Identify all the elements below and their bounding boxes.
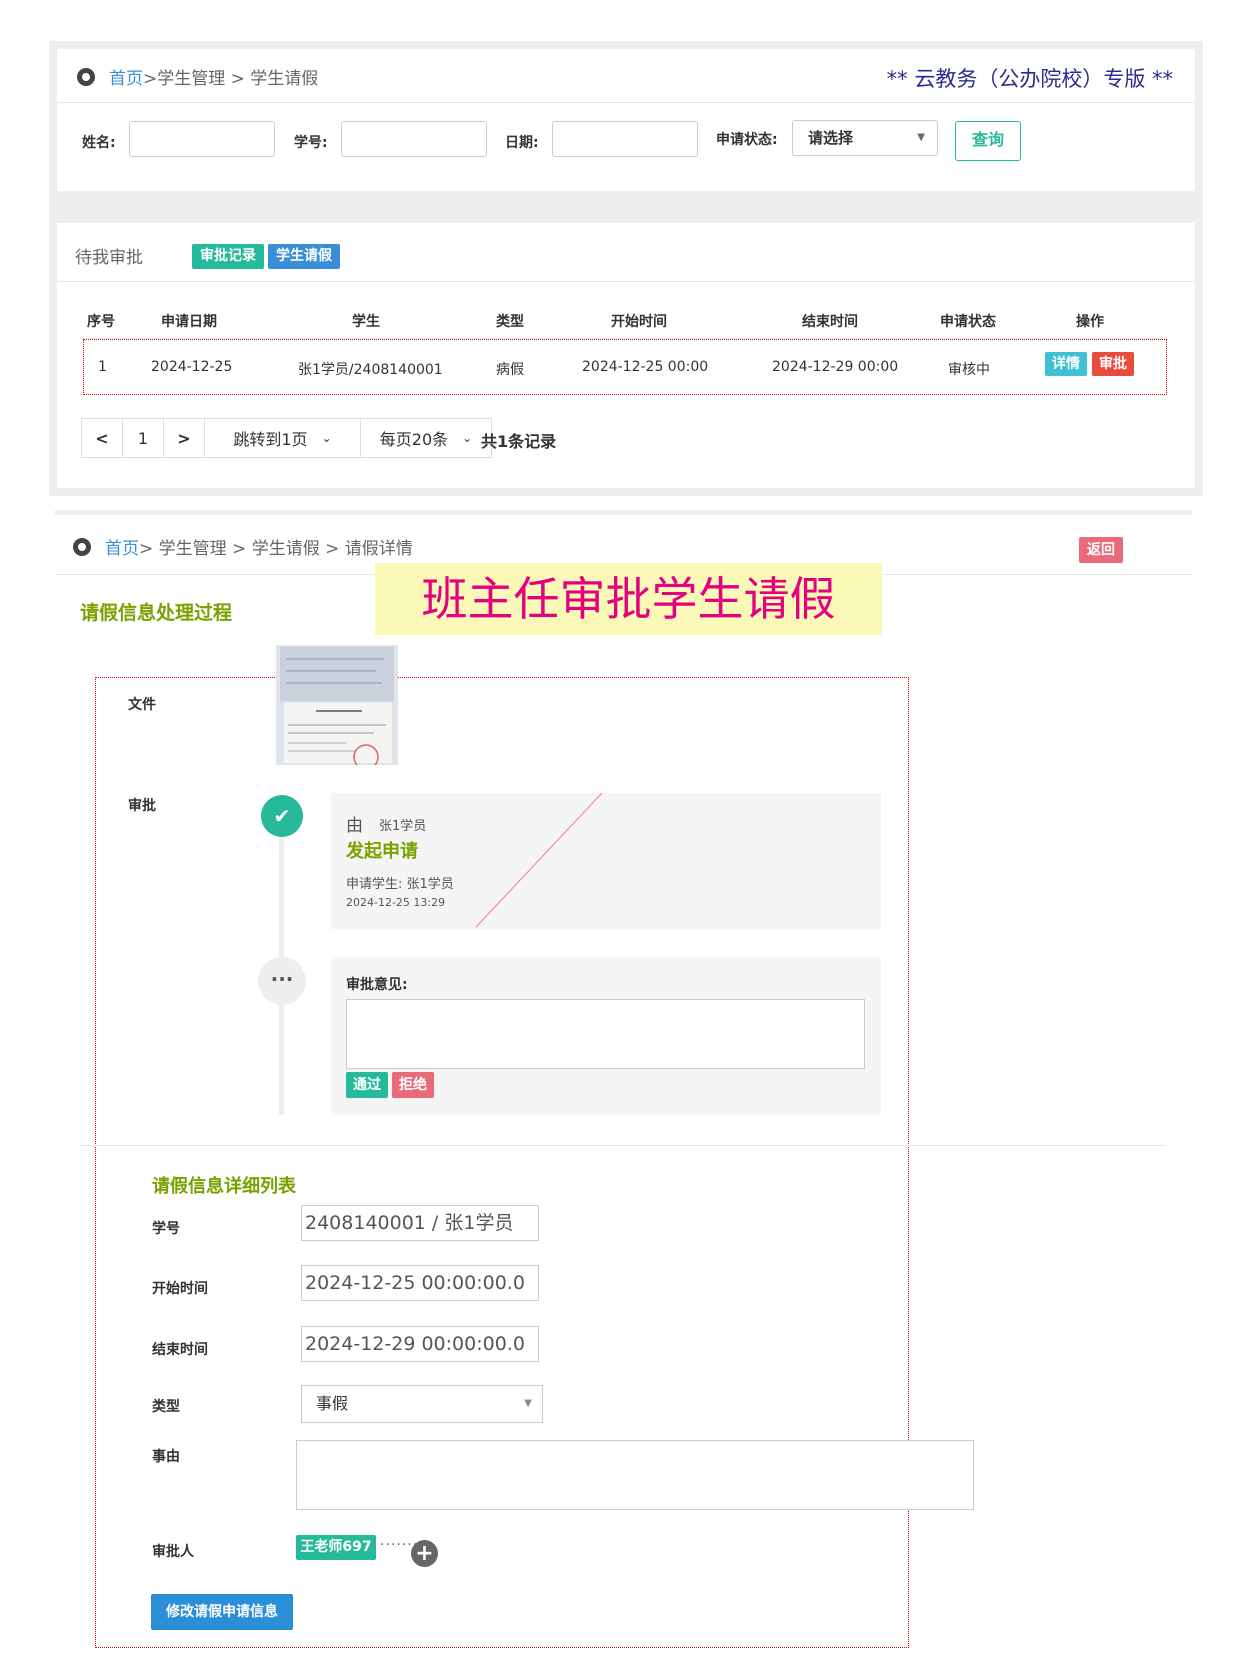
back-button[interactable]: 返回 — [1079, 537, 1123, 563]
per-page-text: 每页20条 — [379, 430, 449, 449]
breadcrumb-path: > 学生管理 > 学生请假 > 请假详情 — [139, 539, 413, 559]
start-time-field[interactable]: 2024-12-25 00:00:00.0 — [301, 1265, 539, 1301]
col-end: 结束时间 — [802, 314, 858, 330]
opinion-label: 审批意见: — [346, 977, 408, 993]
modify-leave-button[interactable]: 修改请假申请信息 — [151, 1594, 293, 1630]
reject-button[interactable]: 拒绝 — [392, 1072, 434, 1098]
jump-page-select[interactable]: 跳转到1页 ⌄ — [205, 419, 361, 457]
chevron-down-icon: ⌄ — [462, 431, 473, 445]
approval-records-tag[interactable]: 审批记录 — [192, 244, 264, 269]
row-end: 2024-12-29 00:00 — [772, 359, 899, 375]
check-circle-icon: ✔ — [261, 795, 303, 837]
name-label: 姓名: — [82, 135, 116, 151]
status-select[interactable]: 请选择 ▼ — [792, 120, 938, 156]
event-time: 2024-12-25 13:29 — [346, 896, 446, 909]
date-input[interactable] — [552, 121, 698, 157]
approval-opinion-card: 审批意见: 通过 拒绝 — [331, 957, 881, 1115]
breadcrumb: 首页 >学生管理 > 学生请假 — [77, 64, 318, 89]
row-status: 审核中 — [948, 362, 990, 378]
col-start: 开始时间 — [611, 314, 667, 330]
pending-title: 待我审批 — [75, 248, 143, 268]
approver-tag: 王老师697 — [296, 1535, 376, 1560]
pass-button[interactable]: 通过 — [346, 1072, 388, 1098]
status-label: 申请状态: — [716, 132, 778, 148]
date-label: 日期: — [505, 135, 539, 151]
student-leave-tag[interactable]: 学生请假 — [268, 244, 340, 269]
col-status: 申请状态 — [940, 314, 996, 330]
row-student: 张1学员/2408140001 — [298, 362, 443, 378]
by-name: 张1学员 — [379, 819, 427, 834]
name-input[interactable] — [129, 121, 275, 157]
student-id-label: 学号 — [152, 1221, 180, 1237]
type-label: 类型 — [152, 1399, 180, 1415]
reason-textarea[interactable] — [296, 1440, 974, 1510]
search-card: 首页 >学生管理 > 学生请假 ** 云教务（公办院校）专版 ** 姓名: 学号… — [57, 49, 1195, 191]
next-page-icon[interactable]: > — [164, 419, 205, 457]
info-title: 请假信息详细列表 — [152, 1176, 296, 1197]
start-time-label: 开始时间 — [152, 1281, 208, 1297]
reason-label: 事由 — [152, 1449, 180, 1465]
student-id-field[interactable]: 2408140001 / 张1学员 — [301, 1205, 539, 1241]
status-select-value: 请选择 — [808, 129, 854, 147]
student-id-input[interactable] — [341, 121, 487, 157]
annotation-banner: 班主任审批学生请假 — [375, 563, 882, 635]
event-applicant: 申请学生: 张1学员 — [346, 877, 454, 892]
attachment-thumbnail[interactable] — [276, 645, 398, 765]
pagination: < 1 > 跳转到1页 ⌄ 每页20条 ⌄ — [81, 418, 492, 458]
approver-label: 审批人 — [152, 1544, 194, 1560]
ellipsis-icon: ··· — [258, 957, 306, 1005]
breadcrumb-home-link[interactable]: 首页 — [109, 64, 143, 89]
opinion-textarea[interactable] — [346, 999, 865, 1069]
annotation-slash — [475, 793, 603, 928]
per-page-select[interactable]: 每页20条 ⌄ — [361, 419, 491, 457]
prev-page-icon[interactable]: < — [82, 419, 123, 457]
row-date: 2024-12-25 — [151, 359, 233, 375]
process-title: 请假信息处理过程 — [80, 602, 233, 624]
timeline-event-card: 由 张1学员 发起申请 申请学生: 张1学员 2024-12-25 13:29 — [331, 793, 881, 929]
col-apply-date: 申请日期 — [161, 314, 217, 330]
add-approver-icon[interactable]: + — [411, 1540, 438, 1567]
brand-title: ** 云教务（公办院校）专版 ** — [886, 67, 1173, 91]
breadcrumb-home-link[interactable]: 首页 — [105, 534, 139, 559]
jump-page-text: 跳转到1页 — [233, 430, 308, 449]
breadcrumb-path: >学生管理 > 学生请假 — [143, 69, 319, 89]
col-student: 学生 — [352, 314, 380, 330]
total-records: 共1条记录 — [481, 432, 557, 451]
query-button[interactable]: 查询 — [955, 121, 1021, 161]
divider — [57, 281, 1195, 282]
file-label: 文件 — [128, 697, 156, 713]
chevron-down-icon: ⌄ — [321, 431, 332, 445]
student-id-label: 学号: — [294, 135, 328, 151]
document-image — [276, 645, 398, 765]
divider — [80, 1145, 1165, 1146]
type-select-value: 事假 — [316, 1394, 349, 1413]
approve-label: 审批 — [128, 798, 156, 814]
location-icon — [73, 537, 91, 556]
col-actions: 操作 — [1076, 314, 1104, 330]
divider — [57, 102, 1195, 103]
end-time-field[interactable]: 2024-12-29 00:00:00.0 — [301, 1326, 539, 1362]
detail-button[interactable]: 详情 — [1045, 352, 1087, 376]
event-action: 发起申请 — [346, 841, 418, 862]
col-index: 序号 — [87, 314, 115, 330]
by-prefix: 由 — [346, 816, 363, 836]
pending-approval-card: 待我审批 审批记录 学生请假 序号 申请日期 学生 类型 开始时间 结束时间 申… — [57, 223, 1195, 488]
detail-breadcrumb: 首页 > 学生管理 > 学生请假 > 请假详情 — [73, 534, 413, 559]
location-icon — [77, 67, 95, 86]
type-select[interactable]: 事假 ▼ — [301, 1385, 543, 1423]
row-index: 1 — [98, 359, 107, 375]
dropdown-arrow-icon: ▼ — [524, 1398, 532, 1409]
row-type: 病假 — [496, 362, 524, 378]
page-number[interactable]: 1 — [123, 419, 164, 457]
approve-button[interactable]: 审批 — [1092, 352, 1134, 376]
dropdown-arrow-icon: ▼ — [917, 132, 925, 143]
end-time-label: 结束时间 — [152, 1342, 208, 1358]
col-type: 类型 — [496, 314, 524, 330]
row-start: 2024-12-25 00:00 — [582, 359, 709, 375]
